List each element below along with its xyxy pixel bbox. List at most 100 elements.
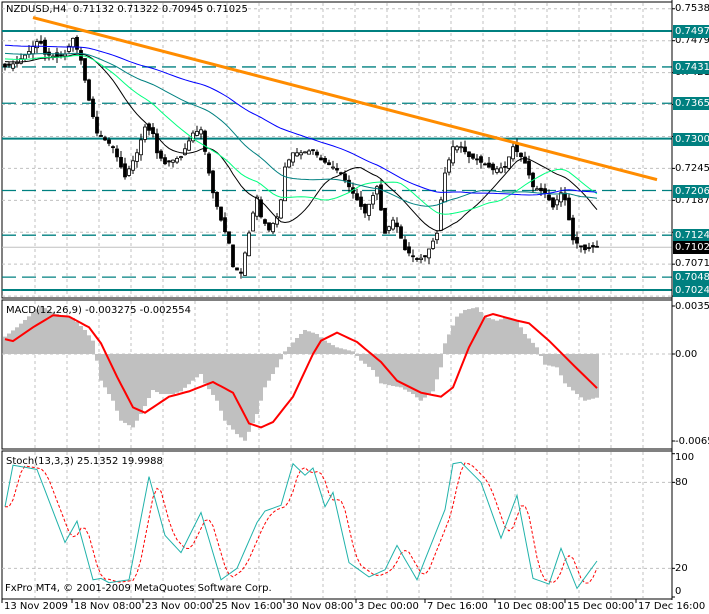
candle-body [571,217,575,241]
candle-body [583,244,587,251]
candle-body [459,146,463,149]
macd-bar [131,354,135,428]
macd-bar [443,343,447,354]
candle-body [31,46,35,55]
macd-bar [163,354,167,395]
macd-bar [451,325,455,354]
candle-body [423,255,427,258]
macd-bar [379,354,383,384]
macd-bar [31,312,35,354]
candle-body [187,140,191,151]
macd-bar [359,354,363,361]
candle [251,210,255,232]
macd-bar [23,319,27,354]
high-value: 0.71322 [117,4,159,15]
candle-body [475,158,479,161]
candle-body [215,192,219,207]
candle-body [71,37,75,48]
candle-body [523,156,527,164]
macd-bar [455,316,459,354]
candle-body [315,151,319,156]
candle-body [239,271,243,274]
macd-bar [503,317,507,354]
macd-bar [239,354,243,438]
candle [219,206,223,222]
macd-bar [391,354,395,387]
macd-bar [259,354,263,401]
candle-body [575,237,579,244]
candle-body [83,58,87,81]
macd-bar [543,354,547,365]
candle [399,224,403,239]
candle-body [255,196,259,217]
candle-body [363,203,367,214]
macd-bar [539,354,543,357]
macd-bar [299,333,303,354]
macd-bar [331,345,335,354]
level-price-tag: 0.70480 [673,271,709,285]
candle-body [535,188,539,191]
candle-body [143,126,147,140]
candle-body [271,223,275,233]
candle-body [551,197,555,208]
candle-body [303,151,307,154]
candle-body [343,173,347,181]
macd-bar [19,323,23,354]
candle-body [451,146,455,164]
candle-body [123,163,127,178]
candle-body [499,167,503,173]
macd-bar [115,354,119,411]
level-price-tag: 0.70244 [673,284,709,297]
candle-body [519,152,523,158]
macd-bar [555,354,559,368]
candle-body [59,54,63,57]
stoch-axis-label: 20 [675,563,688,575]
macd-bar [423,354,427,398]
macd-bar [195,354,199,378]
macd-bar [471,308,475,354]
macd-bar [199,354,203,375]
macd-bar [187,354,191,385]
candle-body [295,152,299,157]
candle-body [39,40,43,44]
candle-body [407,246,411,254]
candle [235,267,239,271]
candle-body [15,62,19,64]
candle-body [291,152,295,163]
macd-bar [147,354,151,399]
macd-bar [303,329,307,354]
macd-bar [339,348,343,354]
time-axis-label: 7 Dec 16:00 [427,601,488,612]
macd-bar [95,354,99,361]
candle-body [3,63,7,68]
candle [143,124,147,143]
macd-bar [99,354,103,381]
candle-body [287,159,291,168]
candle-body [507,156,511,169]
candle-body [591,245,595,248]
macd-bar [363,354,367,364]
macd-bar [15,327,19,354]
macd-bar [507,318,511,354]
candle-body [375,186,379,195]
candle-body [491,163,495,171]
candle-body [11,63,15,69]
macd-bar [431,354,435,392]
macd-bar [83,329,87,354]
macd-bar [295,337,299,354]
macd-axis-label: 0.003598 [675,301,709,312]
candle-body [299,152,303,156]
macd-bar [531,342,535,354]
macd-bar [551,354,555,367]
level-price-tag: 0.73655 [673,97,709,111]
macd-bar [139,354,143,415]
macd-bar [219,354,223,411]
macd-bar [347,350,351,354]
macd-bar [291,342,295,354]
macd-bar [559,354,563,376]
macd-bar [447,334,451,354]
price-axis-label: 0.72455 [675,162,709,174]
candle-body [547,194,551,201]
candle-body [195,131,199,136]
macd-bar [59,314,63,354]
